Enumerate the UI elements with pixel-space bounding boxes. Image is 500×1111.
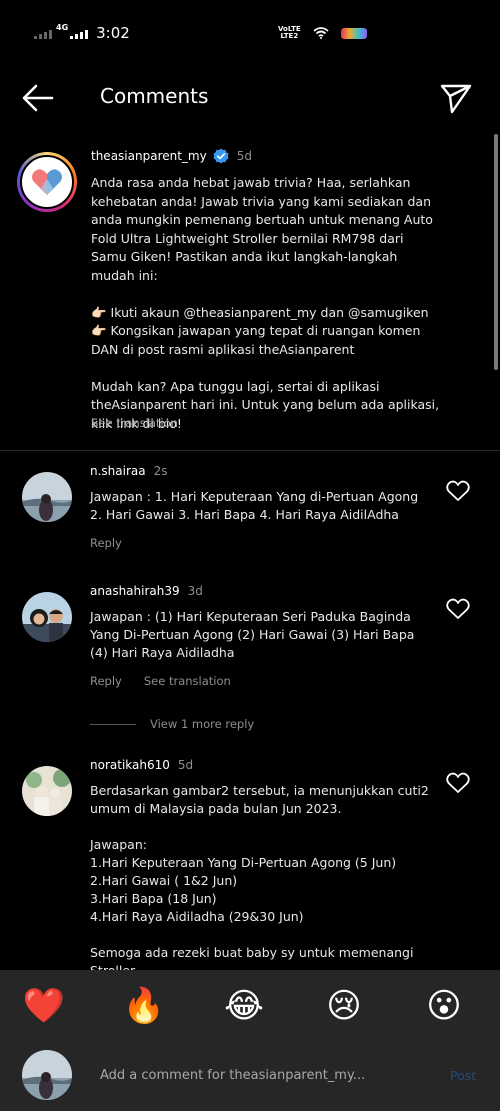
comment-paragraph: Berdasarkan gambar2 tersebut, ia menunju… [90,783,429,816]
volte-bottom: LTE2 [280,32,299,40]
crying-emoji-button[interactable]: 😢 [322,984,366,1028]
avatar[interactable] [22,766,72,816]
heart-logo-icon [32,169,62,195]
clock: 3:02 [96,24,130,42]
caption-text: Anda rasa anda hebat jawab trivia? Haa, … [91,174,441,433]
emoji-reactions-bar: ❤️ 🔥 😂 😢 😮 [0,984,500,1030]
see-translation-link[interactable]: See translation [144,674,231,688]
avatar[interactable] [17,152,77,212]
fire-emoji-button[interactable]: 🔥 [122,984,166,1028]
divider [0,450,500,451]
comment-header: anashahirah39 3d [90,584,203,598]
heart-emoji-button[interactable]: ❤️ [22,984,66,1028]
header: Comments [0,66,500,130]
heart-icon[interactable] [446,772,470,794]
comment-time: 3d [187,584,203,598]
comment-input[interactable] [100,1064,430,1086]
comment-text: Jawapan : 1. Hari Keputeraan Yang di-Per… [90,489,419,522]
signal-icon-2 [70,27,89,39]
comment-actions: Reply See translation [90,674,231,688]
laughing-emoji-button[interactable]: 😂 [222,984,266,1028]
avatar [22,1050,72,1100]
send-icon[interactable] [438,80,474,116]
network-type: 4G [56,23,69,32]
post-caption: theasianparent_my 5d Anda rasa anda heba… [0,140,500,450]
comment-actions: Reply [90,536,122,550]
avatar[interactable] [22,472,72,522]
heart-icon[interactable] [446,598,470,620]
surprised-emoji-button[interactable]: 😮 [422,984,466,1028]
comment-header: n.shairaa 2s [90,464,168,478]
view-more-label: View 1 more reply [150,717,255,731]
view-more-replies[interactable]: View 1 more reply [90,717,254,731]
battery-icon [340,27,367,39]
avatar-photo [22,472,72,522]
caption-time: 5d [236,149,252,163]
reply-button[interactable]: Reply [90,536,122,550]
comment-username[interactable]: n.shairaa [90,464,146,478]
avatar-photo [22,592,72,642]
comment-text: Jawapan : (1) Hari Keputeraan Seri Paduk… [90,609,415,660]
see-translation-link[interactable]: See translation [91,416,178,430]
reply-button[interactable]: Reply [90,674,122,688]
comment-header: noratikah610 5d [90,758,193,772]
back-arrow-icon[interactable] [20,80,56,116]
comment-input-row: Post [0,1044,500,1104]
view-more-line [90,723,136,725]
avatar-photo [22,766,72,816]
status-bar: 4G 3:02 VoLTE LTE2 [0,0,500,66]
avatar[interactable] [22,592,72,642]
signal-icon-1 [34,27,52,39]
comment-username[interactable]: anashahirah39 [90,584,180,598]
volte-indicator: VoLTE LTE2 [278,26,301,40]
avatar-photo [22,1050,72,1100]
status-left: 4G 3:02 [34,24,130,42]
page-title: Comments [100,84,209,108]
comment-time: 2s [153,464,168,478]
comment-paragraph: Jawapan: 1.Hari Keputeraan Yang Di-Pertu… [90,837,397,924]
comment-time: 5d [177,758,194,772]
wifi-icon [313,27,329,39]
heart-icon[interactable] [446,480,470,502]
caption-paragraph: Anda rasa anda hebat jawab trivia? Haa, … [91,175,433,283]
caption-header: theasianparent_my 5d [91,148,252,164]
verified-badge-icon [213,148,229,164]
post-button[interactable]: Post [450,1068,476,1083]
comment-text: Berdasarkan gambar2 tersebut, ia menunju… [90,782,430,998]
brand-logo [20,155,74,209]
caption-paragraph: 👉🏻 Ikuti akaun @theasianparent_my dan @s… [91,304,429,357]
comment-username[interactable]: noratikah610 [90,758,170,772]
caption-username[interactable]: theasianparent_my [91,149,207,163]
comment-composer: ❤️ 🔥 😂 😢 😮 Post [0,970,500,1111]
status-right: VoLTE LTE2 [278,26,367,40]
